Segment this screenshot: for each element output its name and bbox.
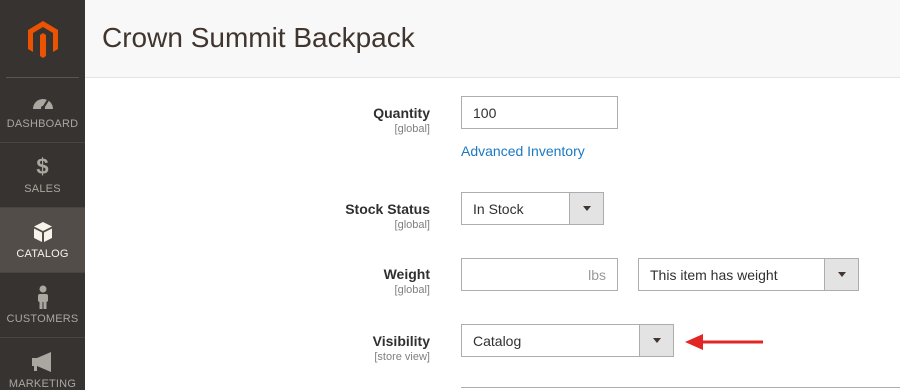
visibility-value: Catalog [473, 332, 522, 349]
sidebar-item-label: CUSTOMERS [6, 312, 79, 325]
sidebar-item-label: DASHBOARD [6, 117, 79, 130]
dollar-icon: $ [36, 153, 49, 179]
stock-status-value: In Stock [473, 200, 524, 217]
visibility-dropdown-button[interactable] [639, 325, 673, 356]
annotation-arrow-icon [685, 334, 763, 350]
stock-status-label: Stock Status [global] [345, 201, 430, 231]
weight-input[interactable]: lbs [461, 258, 618, 291]
advanced-inventory-link[interactable]: Advanced Inventory [461, 143, 585, 159]
dashboard-icon [31, 91, 55, 113]
quantity-label-text: Quantity [373, 105, 430, 121]
chevron-down-icon [582, 206, 591, 211]
quantity-label: Quantity [global] [373, 105, 430, 135]
weight-unit: lbs [588, 266, 606, 283]
visibility-select[interactable]: Catalog [461, 324, 674, 357]
chevron-down-icon [652, 338, 661, 343]
visibility-scope: [store view] [374, 351, 430, 363]
sidebar-item-marketing[interactable]: MARKETING [0, 338, 85, 390]
quantity-input[interactable]: 100 [461, 96, 618, 129]
weight-type-select[interactable]: This item has weight [638, 258, 859, 291]
sidebar-item-sales[interactable]: $ SALES [0, 143, 85, 208]
quantity-scope: [global] [394, 123, 430, 135]
person-icon [36, 285, 50, 309]
stock-status-dropdown-button[interactable] [569, 193, 603, 224]
stock-status-select[interactable]: In Stock [461, 192, 604, 225]
sidebar-item-label: MARKETING [8, 378, 77, 390]
stock-status-scope: [global] [394, 219, 430, 231]
weight-type-dropdown-button[interactable] [824, 259, 858, 290]
magento-logo[interactable] [6, 0, 79, 78]
weight-label-text: Weight [383, 266, 430, 282]
stock-status-label-text: Stock Status [345, 201, 430, 217]
megaphone-icon [31, 351, 55, 373]
chevron-down-icon [837, 272, 846, 277]
sidebar-item-catalog[interactable]: CATALOG [0, 208, 85, 273]
weight-scope: [global] [394, 284, 430, 296]
weight-label: Weight [global] [384, 266, 430, 296]
sidebar-item-label: SALES [24, 182, 61, 195]
page-header: Crown Summit Backpack [85, 0, 900, 78]
quantity-value: 100 [473, 104, 497, 121]
sidebar-item-label: CATALOG [16, 247, 69, 260]
visibility-label-text: Visibility [372, 333, 430, 349]
sidebar-item-dashboard[interactable]: DASHBOARD [0, 78, 85, 143]
page-title: Crown Summit Backpack [102, 22, 415, 53]
cube-icon [32, 221, 54, 243]
magento-logo-icon [27, 20, 58, 58]
sidebar-item-customers[interactable]: CUSTOMERS [0, 273, 85, 338]
admin-sidebar: DASHBOARD $ SALES CATALOG CUSTOMERS MARK… [0, 0, 85, 390]
product-form: Quantity [global] 100 Advanced Inventory… [85, 78, 900, 390]
weight-type-value: This item has weight [650, 266, 778, 283]
visibility-label: Visibility [store view] [373, 333, 430, 363]
